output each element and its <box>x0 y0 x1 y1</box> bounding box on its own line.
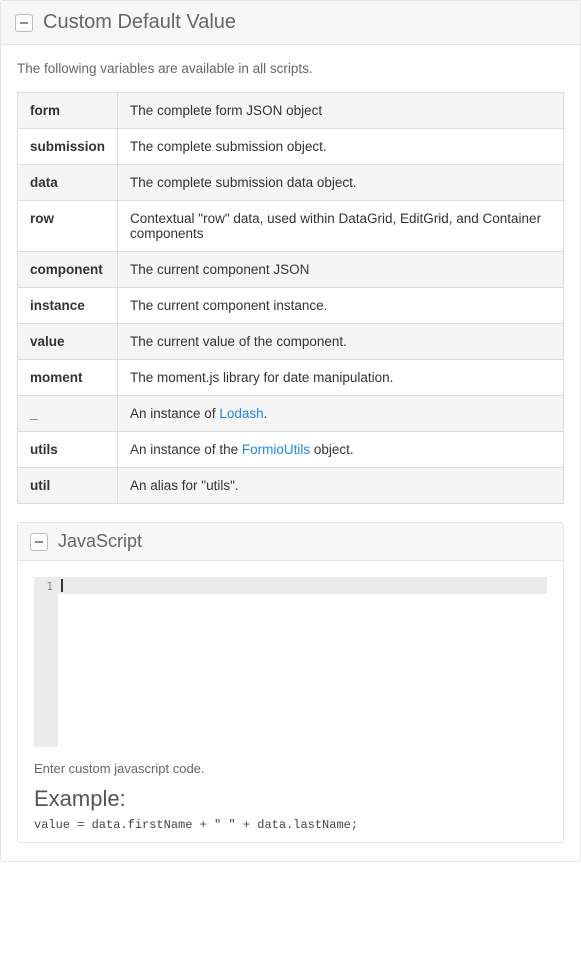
variable-description: The moment.js library for date manipulat… <box>118 360 564 396</box>
table-row: formThe complete form JSON object <box>18 93 564 129</box>
variable-description: The current component instance. <box>118 288 564 324</box>
variable-description: The complete form JSON object <box>118 93 564 129</box>
variable-description: The complete submission data object. <box>118 165 564 201</box>
table-row: utilAn alias for "utils". <box>18 468 564 504</box>
variable-description: Contextual "row" data, used within DataG… <box>118 201 564 252</box>
panel-body: The following variables are available in… <box>1 45 580 861</box>
table-row: rowContextual "row" data, used within Da… <box>18 201 564 252</box>
doc-link[interactable]: Lodash <box>219 406 263 421</box>
variable-description: An instance of Lodash. <box>118 396 564 432</box>
line-number: 1 <box>34 577 58 594</box>
javascript-panel-title: JavaScript <box>58 531 142 552</box>
example-heading: Example: <box>34 786 547 812</box>
variable-description: The current component JSON <box>118 252 564 288</box>
variable-description: An alias for "utils". <box>118 468 564 504</box>
javascript-panel-body: 1 Enter custom javascript code. Example:… <box>18 561 563 842</box>
custom-default-value-panel: Custom Default Value The following varia… <box>0 0 581 862</box>
editor-main[interactable] <box>58 577 547 747</box>
table-row: submissionThe complete submission object… <box>18 129 564 165</box>
variable-name: row <box>18 201 118 252</box>
code-editor[interactable]: 1 <box>34 577 547 747</box>
intro-text: The following variables are available in… <box>17 61 564 76</box>
variables-table: formThe complete form JSON objectsubmiss… <box>17 92 564 504</box>
variable-name: submission <box>18 129 118 165</box>
table-row: _An instance of Lodash. <box>18 396 564 432</box>
variable-description: The complete submission object. <box>118 129 564 165</box>
table-row: dataThe complete submission data object. <box>18 165 564 201</box>
table-row: momentThe moment.js library for date man… <box>18 360 564 396</box>
variable-name: data <box>18 165 118 201</box>
variable-name: utils <box>18 432 118 468</box>
panel-title: Custom Default Value <box>43 11 236 34</box>
code-editor-input[interactable] <box>58 577 547 747</box>
collapse-icon[interactable] <box>15 14 33 32</box>
editor-gutter: 1 <box>34 577 58 747</box>
example-code: value = data.firstName + " " + data.last… <box>34 818 547 832</box>
variable-description: An instance of the FormioUtils object. <box>118 432 564 468</box>
variable-name: moment <box>18 360 118 396</box>
variable-description: The current value of the component. <box>118 324 564 360</box>
help-text: Enter custom javascript code. <box>34 761 547 776</box>
table-row: componentThe current component JSON <box>18 252 564 288</box>
table-row: instanceThe current component instance. <box>18 288 564 324</box>
variable-name: instance <box>18 288 118 324</box>
javascript-panel-header[interactable]: JavaScript <box>18 523 563 561</box>
javascript-panel: JavaScript 1 Enter custom javascript cod… <box>17 522 564 843</box>
panel-header[interactable]: Custom Default Value <box>1 1 580 45</box>
variable-name: component <box>18 252 118 288</box>
table-row: valueThe current value of the component. <box>18 324 564 360</box>
variable-name: _ <box>18 396 118 432</box>
doc-link[interactable]: FormioUtils <box>242 442 310 457</box>
table-row: utilsAn instance of the FormioUtils obje… <box>18 432 564 468</box>
variable-name: value <box>18 324 118 360</box>
collapse-icon[interactable] <box>30 533 48 551</box>
variable-name: form <box>18 93 118 129</box>
variable-name: util <box>18 468 118 504</box>
